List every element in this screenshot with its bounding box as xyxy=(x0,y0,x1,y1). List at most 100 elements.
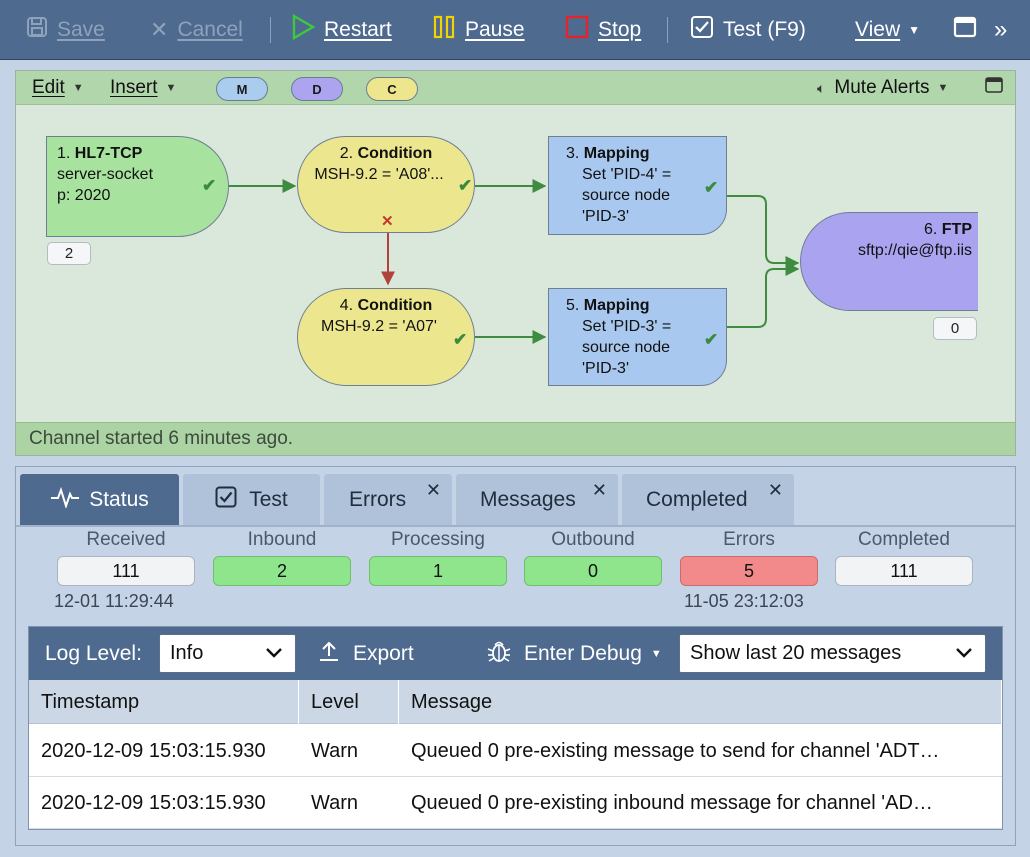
node-number: 1. xyxy=(57,145,71,162)
tab-errors[interactable]: Errors ✕ xyxy=(324,474,452,525)
row-message: Queued 0 pre-existing message to send fo… xyxy=(411,739,940,762)
checkbox-icon xyxy=(215,486,237,514)
node-title: HL7-TCP xyxy=(74,145,143,162)
tab-label: Test xyxy=(249,487,288,511)
close-icon[interactable]: ✕ xyxy=(426,480,441,501)
view-menu[interactable]: View ▼ xyxy=(855,0,920,60)
tab-underline xyxy=(16,525,1015,527)
node-count-badge: 0 xyxy=(933,317,977,340)
node-title: Mapping xyxy=(583,297,650,314)
stat-label: Processing xyxy=(391,529,485,550)
test-button[interactable]: Test (F9) xyxy=(690,0,806,60)
x-icon: ✕ xyxy=(381,213,394,230)
node-number: 3. xyxy=(566,145,580,162)
caret-down-icon: ▼ xyxy=(650,647,662,660)
monitor-panel: Status Test Errors ✕ Messages ✕ Complete… xyxy=(15,466,1016,846)
flow-node-mapping-5[interactable]: 5. Mapping Set 'PID-3' = source node 'PI… xyxy=(548,288,727,386)
stat-value[interactable]: 111 xyxy=(57,556,195,586)
flow-node-mapping-3[interactable]: 3. Mapping Set 'PID-4' = source node 'PI… xyxy=(548,136,727,235)
play-icon xyxy=(291,13,316,46)
node-detail: sftp://qie@ftp.iis xyxy=(857,242,972,259)
flow-node-hl7-tcp[interactable]: 1. HL7-TCP server-socket p: 2020 ✔ xyxy=(46,136,229,237)
stat-label: Completed xyxy=(858,529,950,550)
node-detail: MSH-9.2 = 'A08'... xyxy=(314,166,444,183)
close-icon[interactable]: ✕ xyxy=(592,480,607,501)
node-detail: source node xyxy=(582,339,671,356)
export-label: Export xyxy=(353,641,414,665)
column-header-message[interactable]: Message xyxy=(399,680,1002,724)
stat-label: Received xyxy=(86,529,166,550)
more-button[interactable]: » xyxy=(994,0,1007,60)
node-detail: source node xyxy=(582,187,671,204)
restart-button[interactable]: Restart xyxy=(291,0,392,60)
chevron-down-icon xyxy=(955,643,973,667)
pulse-icon xyxy=(50,486,80,514)
node-count-badge: 2 xyxy=(47,242,91,265)
tab-status[interactable]: Status xyxy=(20,474,179,525)
stat-received: Received 111 xyxy=(57,529,195,586)
node-title: FTP xyxy=(941,221,972,238)
channel-canvas: Edit ▼ Insert ▼ M D C 🔈︎ Mute Alerts ▼ 1… xyxy=(15,70,1016,456)
flow-node-condition-4[interactable]: 4. Condition MSH-9.2 = 'A07' ✔ xyxy=(297,288,475,386)
node-detail: 'PID-3' xyxy=(582,208,630,225)
tab-test[interactable]: Test xyxy=(183,474,320,525)
enter-debug-button[interactable]: Enter Debug ▼ xyxy=(486,627,662,680)
node-title: Condition xyxy=(357,297,433,314)
show-last-select[interactable]: Show last 20 messages xyxy=(679,634,986,673)
flow-node-condition-2[interactable]: 2. Condition MSH-9.2 = 'A08'... ✔ ✕ xyxy=(297,136,475,233)
x-icon: ✕ xyxy=(150,17,169,42)
tab-label: Messages xyxy=(480,487,576,511)
stat-value[interactable]: 111 xyxy=(835,556,973,586)
canvas-status-bar: Channel started 6 minutes ago. xyxy=(16,422,1015,455)
show-last-value: Show last 20 messages xyxy=(690,642,902,664)
stat-completed: Completed 111 xyxy=(835,529,973,586)
column-header-timestamp[interactable]: Timestamp xyxy=(29,680,299,724)
stat-value[interactable]: 2 xyxy=(213,556,351,586)
stop-button[interactable]: Stop xyxy=(565,0,641,60)
tab-messages[interactable]: Messages ✕ xyxy=(456,474,618,525)
view-label: View xyxy=(855,18,901,41)
stop-label: Stop xyxy=(598,18,642,41)
stat-value[interactable]: 5 xyxy=(680,556,818,586)
node-number: 4. xyxy=(339,297,354,314)
stat-value[interactable]: 0 xyxy=(524,556,662,586)
stat-value[interactable]: 1 xyxy=(369,556,507,586)
node-number: 2. xyxy=(339,145,354,162)
tab-completed[interactable]: Completed ✕ xyxy=(622,474,794,525)
tab-label: Status xyxy=(89,487,149,511)
main-toolbar: Save ✕ Cancel Restart Pause Stop Test (F… xyxy=(0,0,1030,60)
checkbox-icon xyxy=(690,15,714,45)
log-level-select[interactable]: Info xyxy=(159,634,296,673)
chevron-down-icon xyxy=(265,643,283,667)
cancel-button[interactable]: ✕ Cancel xyxy=(150,0,243,60)
log-table-header: Timestamp Level Message xyxy=(29,680,1002,724)
row-level: Warn xyxy=(311,791,359,814)
close-icon[interactable]: ✕ xyxy=(768,480,783,501)
stat-label: Inbound xyxy=(247,529,317,550)
window-toggle-button[interactable] xyxy=(953,0,977,60)
edge-3-6 xyxy=(727,195,800,270)
flow-node-ftp[interactable]: 6. FTP sftp://qie@ftp.iis xyxy=(800,212,978,311)
table-row[interactable]: 2020-12-09 15:03:15.930 Warn Queued 0 pr… xyxy=(29,777,1002,829)
stat-timestamp: 11-05 23:12:03 xyxy=(684,591,804,611)
floppy-icon xyxy=(26,16,48,44)
column-header-level[interactable]: Level xyxy=(299,680,399,724)
double-chevron-icon: » xyxy=(994,16,1008,43)
stat-outbound: Outbound 0 xyxy=(524,529,662,586)
row-timestamp: 2020-12-09 15:03:15.930 xyxy=(41,791,266,814)
table-row[interactable]: 2020-12-09 15:03:15.930 Warn Queued 0 pr… xyxy=(29,725,1002,777)
tab-bar: Status Test Errors ✕ Messages ✕ Complete… xyxy=(16,474,1015,525)
log-level-value: Info xyxy=(170,642,204,664)
check-icon: ✔ xyxy=(202,176,217,195)
stat-label: Outbound xyxy=(551,529,635,550)
channel-status-text: Channel started 6 minutes ago. xyxy=(29,428,294,449)
node-title: Condition xyxy=(357,145,433,162)
row-level: Warn xyxy=(311,739,359,762)
save-button[interactable]: Save xyxy=(26,0,105,60)
node-number: 6. xyxy=(923,221,938,238)
enter-debug-label: Enter Debug xyxy=(524,641,642,665)
node-detail: Set 'PID-3' = xyxy=(582,318,672,335)
export-button[interactable]: Export xyxy=(319,627,414,680)
pause-button[interactable]: Pause xyxy=(432,0,525,60)
check-icon: ✔ xyxy=(704,178,719,197)
